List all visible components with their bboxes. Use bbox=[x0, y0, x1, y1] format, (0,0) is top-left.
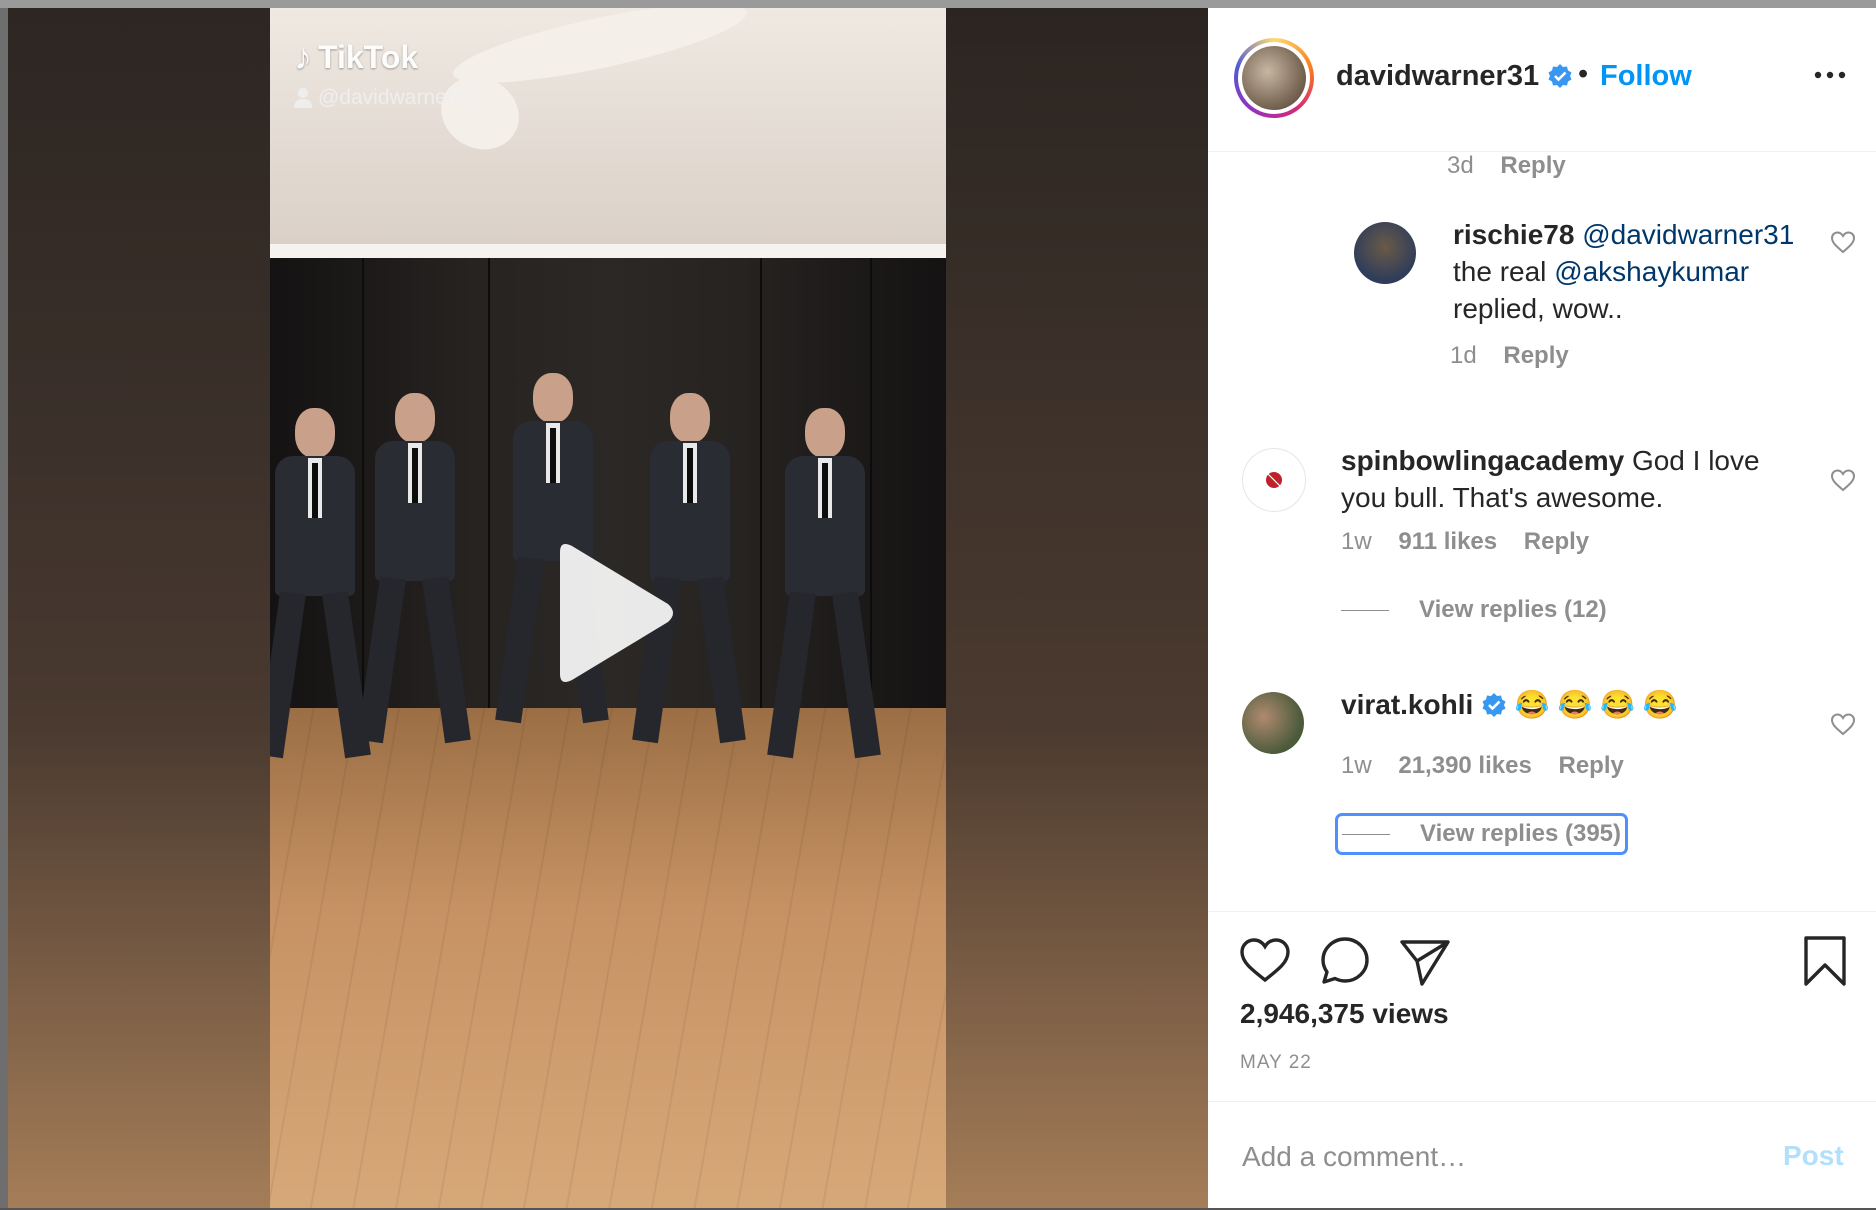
backdrop bbox=[0, 0, 1876, 8]
commenter-username[interactable]: virat.kohli bbox=[1341, 689, 1473, 720]
commenter-avatar[interactable] bbox=[1242, 692, 1304, 754]
comment-meta: 1w 911 likes Reply bbox=[1341, 528, 1589, 556]
dancer-figure bbox=[357, 393, 471, 753]
reply-button[interactable]: Reply bbox=[1500, 152, 1565, 179]
dancer-figure bbox=[767, 408, 881, 768]
tiktok-watermark: ♪ TikTok bbox=[294, 36, 418, 78]
like-comment-heart-icon[interactable] bbox=[1830, 468, 1856, 492]
comment-bubble-icon[interactable] bbox=[1318, 934, 1372, 988]
tiktok-handle-text: @davidwarner31 bbox=[318, 86, 478, 109]
comment-meta: 1w 21,390 likes Reply bbox=[1341, 752, 1624, 780]
play-icon[interactable] bbox=[548, 538, 678, 688]
reply-button[interactable]: Reply bbox=[1503, 342, 1568, 369]
reply-button[interactable]: Reply bbox=[1524, 528, 1589, 555]
view-replies-label[interactable]: View replies (395) bbox=[1420, 820, 1621, 848]
view-replies-button[interactable]: View replies (395) bbox=[1335, 813, 1628, 855]
view-replies-line bbox=[1341, 609, 1389, 611]
comment-age: 1w bbox=[1341, 752, 1372, 779]
view-replies-label[interactable]: View replies (12) bbox=[1419, 596, 1607, 624]
post-comment-button[interactable]: Post bbox=[1783, 1140, 1844, 1172]
post-date[interactable]: MAY 22 bbox=[1240, 1052, 1312, 1074]
user-icon bbox=[294, 88, 312, 108]
comment-age: 3d bbox=[1447, 152, 1474, 179]
comment-age: 1w bbox=[1341, 528, 1372, 555]
commenter-username[interactable]: spinbowlingacademy bbox=[1341, 445, 1624, 476]
verified-badge-icon bbox=[1482, 693, 1506, 717]
save-bookmark-icon[interactable] bbox=[1798, 934, 1852, 988]
more-options-icon[interactable] bbox=[1810, 60, 1850, 90]
add-comment-bar: Post bbox=[1208, 1101, 1876, 1209]
view-count[interactable]: 2,946,375 views bbox=[1240, 998, 1449, 1030]
comment-text: 😂 😂 😂 😂 bbox=[1514, 689, 1678, 720]
reply-button[interactable]: Reply bbox=[1558, 752, 1623, 779]
comment-body: virat.kohli 😂 😂 😂 😂 bbox=[1341, 686, 1801, 723]
like-comment-heart-icon[interactable] bbox=[1830, 230, 1856, 254]
view-replies-line bbox=[1342, 833, 1390, 835]
author-username[interactable]: davidwarner31 bbox=[1336, 60, 1573, 93]
follow-button[interactable]: Follow bbox=[1600, 60, 1692, 93]
post-sidebar: davidwarner31 • Follow 3d Reply rischie7… bbox=[1208, 8, 1876, 1208]
video-floor bbox=[270, 708, 946, 1208]
video-blur-right bbox=[946, 8, 1208, 1208]
commenter-avatar[interactable] bbox=[1354, 222, 1416, 284]
post-header: davidwarner31 • Follow bbox=[1208, 8, 1876, 152]
post-actions: 2,946,375 views MAY 22 bbox=[1208, 911, 1876, 1102]
author-avatar[interactable] bbox=[1234, 38, 1314, 118]
wall-seam bbox=[760, 258, 762, 758]
video-player[interactable]: ♪ TikTok @davidwarner31 bbox=[8, 8, 1208, 1208]
comment-body: rischie78 @davidwarner31 the real @aksha… bbox=[1453, 216, 1823, 327]
cricket-ball-icon bbox=[1266, 472, 1282, 488]
share-send-icon[interactable] bbox=[1398, 934, 1452, 988]
add-comment-input[interactable] bbox=[1240, 1136, 1764, 1178]
dancer-figure bbox=[270, 408, 371, 768]
mention-link[interactable]: @akshaykumar bbox=[1554, 256, 1749, 287]
comment-text: the real bbox=[1453, 256, 1547, 287]
comment-meta: 3d Reply bbox=[1447, 152, 1566, 180]
verified-badge-icon bbox=[1548, 64, 1572, 88]
comment-likes[interactable]: 21,390 likes bbox=[1398, 752, 1531, 779]
video-blur-left bbox=[8, 8, 270, 1208]
tiktok-note-icon: ♪ bbox=[294, 36, 312, 77]
commenter-avatar[interactable] bbox=[1242, 448, 1306, 512]
mention-link[interactable]: @davidwarner31 bbox=[1582, 219, 1794, 250]
comment-text: replied, wow.. bbox=[1453, 293, 1623, 324]
comments-list[interactable]: 3d Reply rischie78 @davidwarner31 the re… bbox=[1208, 152, 1876, 912]
wall-seam bbox=[488, 258, 490, 758]
comment-body: spinbowlingacademy God I love you bull. … bbox=[1341, 442, 1791, 516]
header-separator: • bbox=[1578, 58, 1589, 90]
view-replies-button[interactable]: View replies (12) bbox=[1341, 596, 1607, 624]
comment-likes[interactable]: 911 likes bbox=[1398, 528, 1497, 555]
comment-age: 1d bbox=[1450, 342, 1477, 369]
author-username-text[interactable]: davidwarner31 bbox=[1336, 60, 1539, 92]
like-heart-icon[interactable] bbox=[1238, 934, 1292, 988]
tiktok-handle: @davidwarner31 bbox=[294, 86, 477, 110]
like-comment-heart-icon[interactable] bbox=[1830, 712, 1856, 736]
commenter-username[interactable]: rischie78 bbox=[1453, 219, 1574, 250]
comment-meta: 1d Reply bbox=[1450, 342, 1569, 370]
tiktok-brand-text: TikTok bbox=[318, 38, 419, 75]
